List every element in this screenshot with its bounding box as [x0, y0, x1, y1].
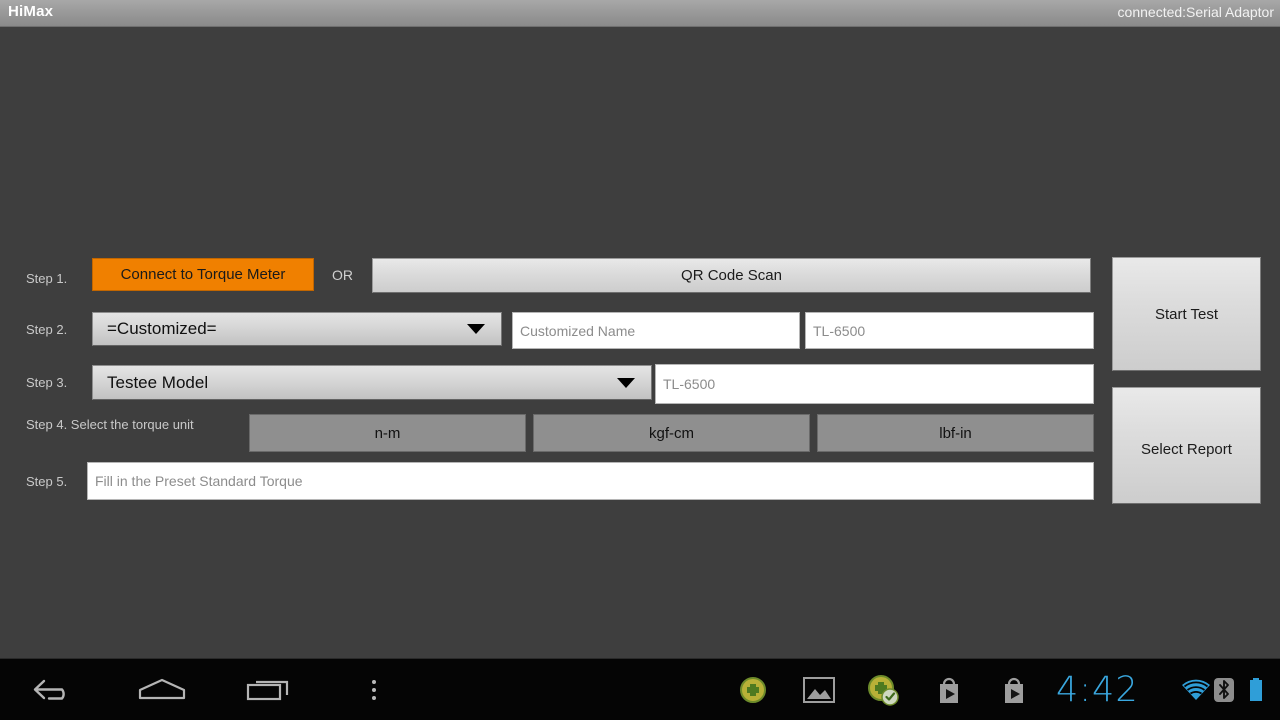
back-icon[interactable] [18, 659, 90, 720]
overflow-menu-icon[interactable] [344, 659, 404, 720]
preset-standard-torque-placeholder: Fill in the Preset Standard Torque [95, 473, 303, 489]
android-navigation-bar: 4:42 [0, 658, 1280, 720]
customized-name-input[interactable]: Customized Name [512, 312, 800, 349]
torque-unit-kgf-cm-button[interactable]: kgf-cm [533, 414, 810, 452]
start-test-button[interactable]: Start Test [1112, 257, 1261, 371]
menu-dot [372, 688, 376, 692]
app-title: HiMax [8, 3, 54, 20]
testee-model-spinner[interactable]: Testee Model [92, 365, 652, 400]
torque-unit-n-m-button[interactable]: n-m [249, 414, 526, 452]
step2-label: Step 2. [26, 322, 68, 337]
recents-icon[interactable] [234, 659, 306, 720]
torque-unit-lbf-in-button[interactable]: lbf-in [817, 414, 1094, 452]
sync-badge-icon [733, 659, 773, 720]
preset-standard-torque-input[interactable]: Fill in the Preset Standard Torque [87, 462, 1094, 500]
step3-model-placeholder: TL-6500 [663, 376, 716, 392]
step1-label: Step 1. [26, 271, 68, 286]
step3-model-input[interactable]: TL-6500 [655, 364, 1094, 404]
testee-model-spinner-value: Testee Model [107, 372, 209, 392]
title-bar: HiMax connected:Serial Adaptor [0, 0, 1280, 27]
menu-dot [372, 680, 376, 684]
step3-label: Step 3. [26, 375, 68, 390]
step5-label: Step 5. [26, 474, 68, 489]
chevron-down-icon [617, 377, 635, 388]
home-icon[interactable] [126, 659, 198, 720]
step2-model-input[interactable]: TL-6500 [805, 312, 1094, 349]
gallery-icon [798, 659, 840, 720]
status-clock: 4:42 [1056, 670, 1139, 710]
customized-spinner-value: =Customized= [107, 319, 217, 338]
battery-icon [1242, 659, 1270, 720]
bluetooth-icon [1210, 659, 1238, 720]
sync-complete-icon [863, 659, 905, 720]
select-report-button[interactable]: Select Report [1112, 387, 1261, 504]
customized-spinner[interactable]: =Customized= [92, 312, 502, 346]
menu-dot [372, 696, 376, 700]
qr-code-scan-button[interactable]: QR Code Scan [372, 258, 1091, 293]
play-store-icon [928, 659, 970, 720]
play-store-icon [993, 659, 1035, 720]
customized-name-placeholder: Customized Name [520, 322, 636, 339]
app-screen: HiMax connected:Serial Adaptor Step 1. C… [0, 0, 1280, 720]
or-label: OR [332, 267, 353, 283]
connection-status: connected:Serial Adaptor [1117, 4, 1274, 20]
step4-label: Step 4. Select the torque unit [26, 417, 194, 432]
step2-model-placeholder: TL-6500 [813, 322, 866, 339]
chevron-down-icon [467, 324, 485, 334]
main-content: Step 1. Connect to Torque Meter OR QR Co… [0, 28, 1280, 658]
connect-to-torque-meter-button[interactable]: Connect to Torque Meter [92, 258, 314, 291]
